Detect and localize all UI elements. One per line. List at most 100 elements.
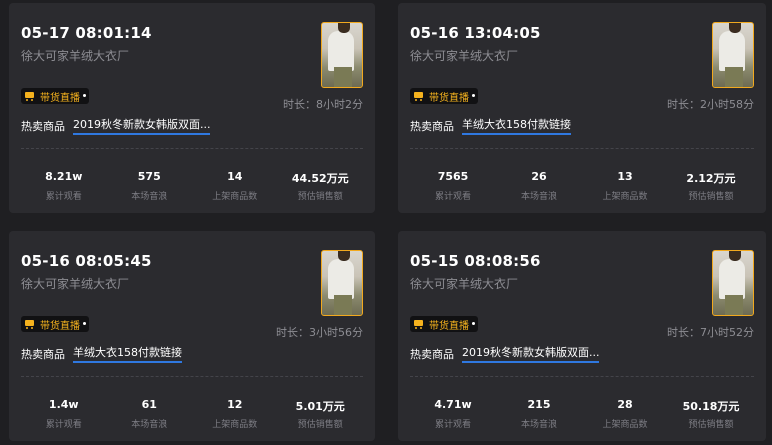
stats-row: 7565 累计观看 26 本场音浪 13 上架商品数 2.12万元 预估销售额 <box>410 170 754 202</box>
hot-product-row: 热卖商品 羊绒大衣158付款链接 <box>410 116 571 135</box>
hot-product-row: 热卖商品 2019秋冬新款女韩版双面... <box>410 344 600 363</box>
session-date: 05-16 13:04:05 <box>410 24 541 42</box>
stat-products-listed: 12 上架商品数 <box>192 398 278 430</box>
stat-value: 28 <box>617 398 633 411</box>
stat-label: 本场音浪 <box>131 420 168 430</box>
stat-label: 累计观看 <box>45 192 82 202</box>
stats-row: 8.21w 累计观看 575 本场音浪 14 上架商品数 44.52万元 预估销… <box>21 170 363 202</box>
stat-label: 本场音浪 <box>131 192 168 202</box>
stats-row: 4.71w 累计观看 215 本场音浪 28 上架商品数 50.18万元 预估销… <box>410 398 754 430</box>
product-thumbnail[interactable] <box>712 250 754 316</box>
stat-value: 61 <box>141 398 157 411</box>
stat-label: 上架商品数 <box>212 420 258 430</box>
badge-dot-icon <box>472 322 475 325</box>
stat-value: 575 <box>137 170 161 183</box>
session-date: 05-15 08:08:56 <box>410 252 541 270</box>
stat-value: 1.4w <box>48 398 79 411</box>
thumbnail-figure <box>328 259 354 299</box>
stat-value: 26 <box>531 170 547 183</box>
divider <box>21 148 363 149</box>
divider <box>410 376 754 377</box>
session-date: 05-17 08:01:14 <box>21 24 152 42</box>
stat-value: 7565 <box>437 170 469 183</box>
stat-label: 上架商品数 <box>212 192 258 202</box>
hot-product-row: 热卖商品 羊绒大衣158付款链接 <box>21 344 182 363</box>
stat-label: 本场音浪 <box>520 420 557 430</box>
shopping-cart-icon <box>413 319 425 329</box>
stat-total-views: 1.4w 累计观看 <box>21 398 107 430</box>
stat-products-listed: 13 上架商品数 <box>582 170 668 202</box>
thumbnail-figure-lower <box>725 67 743 87</box>
stat-value: 44.52万元 <box>291 172 349 185</box>
hot-product-link[interactable]: 羊绒大衣158付款链接 <box>462 116 571 135</box>
product-thumbnail[interactable] <box>321 22 363 88</box>
stats-row: 1.4w 累计观看 61 本场音浪 12 上架商品数 5.01万元 预估销售额 <box>21 398 363 430</box>
thumbnail-figure-lower <box>334 295 352 315</box>
live-type-badge: 带货直播 <box>410 316 478 332</box>
duration-value: 8小时2分 <box>316 98 363 111</box>
stat-estimated-sales: 50.18万元 预估销售额 <box>668 398 754 430</box>
thumbnail-figure-head <box>338 23 350 33</box>
stat-label: 预估销售额 <box>688 420 734 430</box>
duration-value: 3小时56分 <box>309 326 363 339</box>
product-thumbnail[interactable] <box>321 250 363 316</box>
stat-value: 5.01万元 <box>295 400 345 413</box>
stat-label: 预估销售额 <box>297 192 343 202</box>
session-duration: 时长：3小时56分 <box>276 324 363 340</box>
stat-value: 2.12万元 <box>686 172 736 185</box>
stat-label: 上架商品数 <box>602 420 648 430</box>
stat-label: 预估销售额 <box>688 192 734 202</box>
thumbnail-figure-lower <box>334 67 352 87</box>
badge-dot-icon <box>472 94 475 97</box>
thumbnail-figure-head <box>729 251 741 261</box>
badge-label: 带货直播 <box>429 92 469 104</box>
hot-product-label: 热卖商品 <box>410 119 454 133</box>
hot-product-link[interactable]: 2019秋冬新款女韩版双面... <box>462 344 600 363</box>
live-session-grid: 05-17 08:01:14 徐大可家羊绒大衣厂 带货直播 时长：8小时2分 热… <box>0 0 772 445</box>
stat-label: 预估销售额 <box>297 420 343 430</box>
live-session-card[interactable]: 05-15 08:08:56 徐大可家羊绒大衣厂 带货直播 时长：7小时52分 … <box>398 231 766 441</box>
live-type-badge: 带货直播 <box>410 88 478 104</box>
stat-value: 13 <box>617 170 633 183</box>
product-thumbnail[interactable] <box>712 22 754 88</box>
live-session-card[interactable]: 05-17 08:01:14 徐大可家羊绒大衣厂 带货直播 时长：8小时2分 热… <box>9 3 375 213</box>
thumbnail-figure <box>719 259 745 299</box>
shop-name: 徐大可家羊绒大衣厂 <box>21 49 130 63</box>
session-date: 05-16 08:05:45 <box>21 252 152 270</box>
stat-value: 8.21w <box>45 170 83 183</box>
session-duration: 时长：2小时58分 <box>667 96 754 112</box>
live-session-card[interactable]: 05-16 08:05:45 徐大可家羊绒大衣厂 带货直播 时长：3小时56分 … <box>9 231 375 441</box>
stat-products-listed: 28 上架商品数 <box>582 398 668 430</box>
stat-value: 50.18万元 <box>682 400 740 413</box>
badge-label: 带货直播 <box>40 92 80 104</box>
stat-sound-waves: 61 本场音浪 <box>107 398 193 430</box>
hot-product-link[interactable]: 羊绒大衣158付款链接 <box>73 344 182 363</box>
stat-label: 累计观看 <box>434 192 471 202</box>
thumbnail-figure-head <box>729 23 741 33</box>
duration-value: 7小时52分 <box>700 326 754 339</box>
stat-sound-waves: 575 本场音浪 <box>107 170 193 202</box>
stat-products-listed: 14 上架商品数 <box>192 170 278 202</box>
stat-total-views: 4.71w 累计观看 <box>410 398 496 430</box>
duration-label: 时长： <box>283 98 316 111</box>
stat-value: 14 <box>227 170 243 183</box>
hot-product-link[interactable]: 2019秋冬新款女韩版双面... <box>73 116 211 135</box>
divider <box>410 148 754 149</box>
badge-dot-icon <box>83 94 86 97</box>
stat-label: 上架商品数 <box>602 192 648 202</box>
live-session-card[interactable]: 05-16 13:04:05 徐大可家羊绒大衣厂 带货直播 时长：2小时58分 … <box>398 3 766 213</box>
stat-label: 累计观看 <box>434 420 471 430</box>
stat-total-views: 8.21w 累计观看 <box>21 170 107 202</box>
hot-product-row: 热卖商品 2019秋冬新款女韩版双面... <box>21 116 211 135</box>
live-type-badge: 带货直播 <box>21 316 89 332</box>
session-duration: 时长：7小时52分 <box>667 324 754 340</box>
live-type-badge: 带货直播 <box>21 88 89 104</box>
stat-estimated-sales: 44.52万元 预估销售额 <box>278 170 364 202</box>
duration-label: 时长： <box>667 326 700 339</box>
shop-name: 徐大可家羊绒大衣厂 <box>21 277 130 291</box>
hot-product-label: 热卖商品 <box>21 119 65 133</box>
duration-value: 2小时58分 <box>700 98 754 111</box>
badge-dot-icon <box>83 322 86 325</box>
hot-product-label: 热卖商品 <box>21 347 65 361</box>
badge-label: 带货直播 <box>429 320 469 332</box>
